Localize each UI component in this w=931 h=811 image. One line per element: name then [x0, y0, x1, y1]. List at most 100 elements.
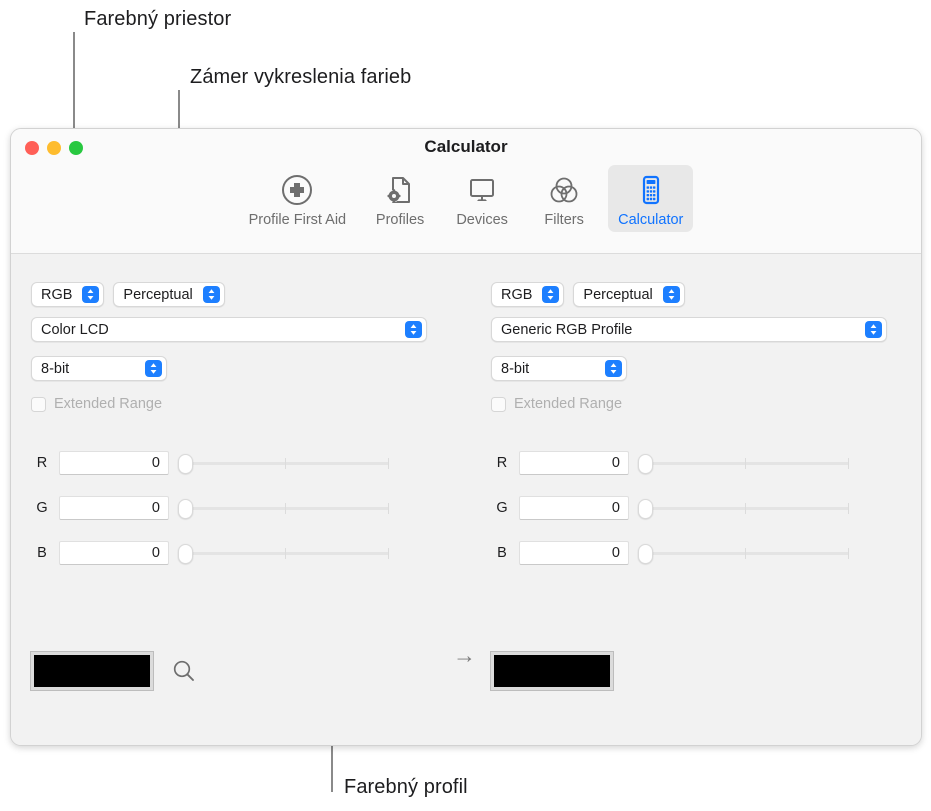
destination-channel-row-b: B 0: [491, 539, 851, 566]
source-channel-slider-g[interactable]: [178, 496, 391, 520]
chevron-updown-icon: [405, 321, 422, 338]
slider-tick-end: [848, 457, 849, 469]
callout-label-render-intent: Zámer vykreslenia farieb: [190, 66, 412, 88]
circle-plus-icon: [279, 171, 315, 209]
channel-label: B: [37, 544, 47, 561]
destination-color-space-value: RGB: [501, 286, 533, 303]
source-profile-value: Color LCD: [41, 321, 109, 338]
destination-profile-popup[interactable]: Generic RGB Profile: [491, 317, 887, 342]
destination-color-swatch[interactable]: [490, 651, 614, 691]
colorsync-utility-window: Calculator Profile First Aid Profiles De…: [10, 128, 922, 746]
channel-label: R: [36, 454, 48, 471]
source-rendering-intent-value: Perceptual: [123, 286, 193, 303]
toolbar-item-label: Filters: [544, 212, 584, 228]
toolbar-item-filters[interactable]: Filters: [526, 165, 602, 232]
slider-thumb[interactable]: [638, 543, 653, 564]
source-swatch-area: [30, 651, 197, 691]
document-gear-icon: [382, 171, 418, 209]
magnifier-icon[interactable]: [171, 658, 197, 684]
destination-rendering-intent-value: Perceptual: [583, 286, 653, 303]
slider-tick-end: [388, 457, 389, 469]
destination-extended-range-row[interactable]: Extended Range: [491, 396, 622, 412]
source-rendering-intent-popup[interactable]: Perceptual: [113, 282, 225, 307]
destination-channel-slider-b[interactable]: [638, 541, 851, 565]
conversion-arrow-icon: →: [453, 642, 476, 668]
slider-track: [185, 506, 389, 510]
source-channel-slider-b[interactable]: [178, 541, 391, 565]
slider-track: [185, 551, 389, 555]
source-channel-input-r[interactable]: 0: [59, 450, 169, 475]
destination-profile-value: Generic RGB Profile: [501, 321, 633, 338]
source-profile-popup[interactable]: Color LCD: [31, 317, 427, 342]
chevron-updown-icon: [82, 286, 100, 303]
slider-thumb[interactable]: [178, 453, 193, 474]
slider-thumb[interactable]: [638, 453, 653, 474]
calculator-icon: [633, 171, 669, 209]
source-bit-depth-popup[interactable]: 8-bit: [31, 356, 167, 381]
source-color-space-value: RGB: [41, 286, 73, 303]
destination-extended-range-checkbox[interactable]: [491, 396, 506, 412]
slider-tick-mid: [745, 502, 746, 514]
source-bit-depth-row: 8-bit: [31, 356, 167, 381]
destination-channel-sliders: R 0 G 0 B 0: [491, 449, 851, 566]
calculator-content: RGB Perceptual Color LCD 8-bit Extended …: [11, 254, 921, 745]
source-color-swatch[interactable]: [30, 651, 154, 691]
source-extended-range-row[interactable]: Extended Range: [31, 396, 162, 412]
window-titlebar: Calculator Profile First Aid Profiles De…: [11, 129, 921, 254]
source-channel-row-g: G 0: [31, 494, 391, 521]
slider-thumb[interactable]: [178, 498, 193, 519]
destination-extended-range-label: Extended Range: [514, 396, 623, 412]
destination-rendering-intent-popup[interactable]: Perceptual: [573, 282, 685, 307]
source-channel-input-g[interactable]: 0: [59, 495, 169, 520]
source-top-popups: RGB Perceptual: [31, 282, 225, 307]
destination-profile-row: Generic RGB Profile: [491, 317, 887, 342]
slider-tick-end: [388, 502, 389, 514]
slider-thumb[interactable]: [178, 543, 193, 564]
toolbar-item-label: Devices: [456, 212, 508, 228]
destination-channel-row-r: R 0: [491, 449, 851, 476]
source-extended-range-checkbox[interactable]: [31, 396, 46, 412]
destination-channel-input-b[interactable]: 0: [519, 540, 629, 565]
destination-color-space-popup[interactable]: RGB: [491, 282, 565, 307]
channel-label: G: [496, 499, 508, 516]
toolbar-item-profiles[interactable]: Profiles: [362, 165, 438, 232]
slider-track: [645, 506, 849, 510]
slider-tick-end: [388, 547, 389, 559]
slider-tick-mid: [745, 457, 746, 469]
toolbar-item-devices[interactable]: Devices: [444, 165, 520, 232]
destination-bit-depth-popup[interactable]: 8-bit: [491, 356, 627, 381]
destination-channel-input-r[interactable]: 0: [519, 450, 629, 475]
channel-label: G: [36, 499, 48, 516]
source-channel-row-r: R 0: [31, 449, 391, 476]
source-channel-slider-r[interactable]: [178, 451, 391, 475]
slider-tick-end: [848, 502, 849, 514]
source-channel-input-b[interactable]: 0: [59, 540, 169, 565]
toolbar-item-profile-first-aid[interactable]: Profile First Aid: [239, 165, 357, 232]
venn-circles-icon: [546, 171, 582, 209]
callout-label-color-space: Farebný priestor: [84, 8, 232, 30]
source-profile-row: Color LCD: [31, 317, 427, 342]
callout-label-color-profile: Farebný profil: [344, 776, 468, 798]
toolbar-item-label: Profile First Aid: [248, 212, 347, 228]
toolbar-item-label: Calculator: [618, 212, 684, 228]
slider-track: [645, 551, 849, 555]
slider-tick-mid: [745, 547, 746, 559]
chevron-updown-icon: [865, 321, 882, 338]
destination-top-popups: RGB Perceptual: [491, 282, 685, 307]
chevron-updown-icon: [542, 286, 560, 303]
source-bit-depth-value: 8-bit: [41, 360, 70, 377]
destination-swatch-area: [490, 651, 614, 691]
slider-thumb[interactable]: [638, 498, 653, 519]
toolbar-item-calculator[interactable]: Calculator: [608, 165, 694, 232]
destination-channel-slider-r[interactable]: [638, 451, 851, 475]
source-channel-sliders: R 0 G 0 B 0: [31, 449, 391, 566]
slider-tick-mid: [285, 457, 286, 469]
toolbar-item-label: Profiles: [375, 212, 425, 228]
destination-channel-slider-g[interactable]: [638, 496, 851, 520]
chevron-updown-icon: [605, 360, 622, 377]
display-icon: [464, 171, 500, 209]
destination-channel-input-g[interactable]: 0: [519, 495, 629, 520]
chevron-updown-icon: [202, 286, 220, 303]
source-color-space-popup[interactable]: RGB: [31, 282, 105, 307]
source-extended-range-label: Extended Range: [54, 396, 163, 412]
